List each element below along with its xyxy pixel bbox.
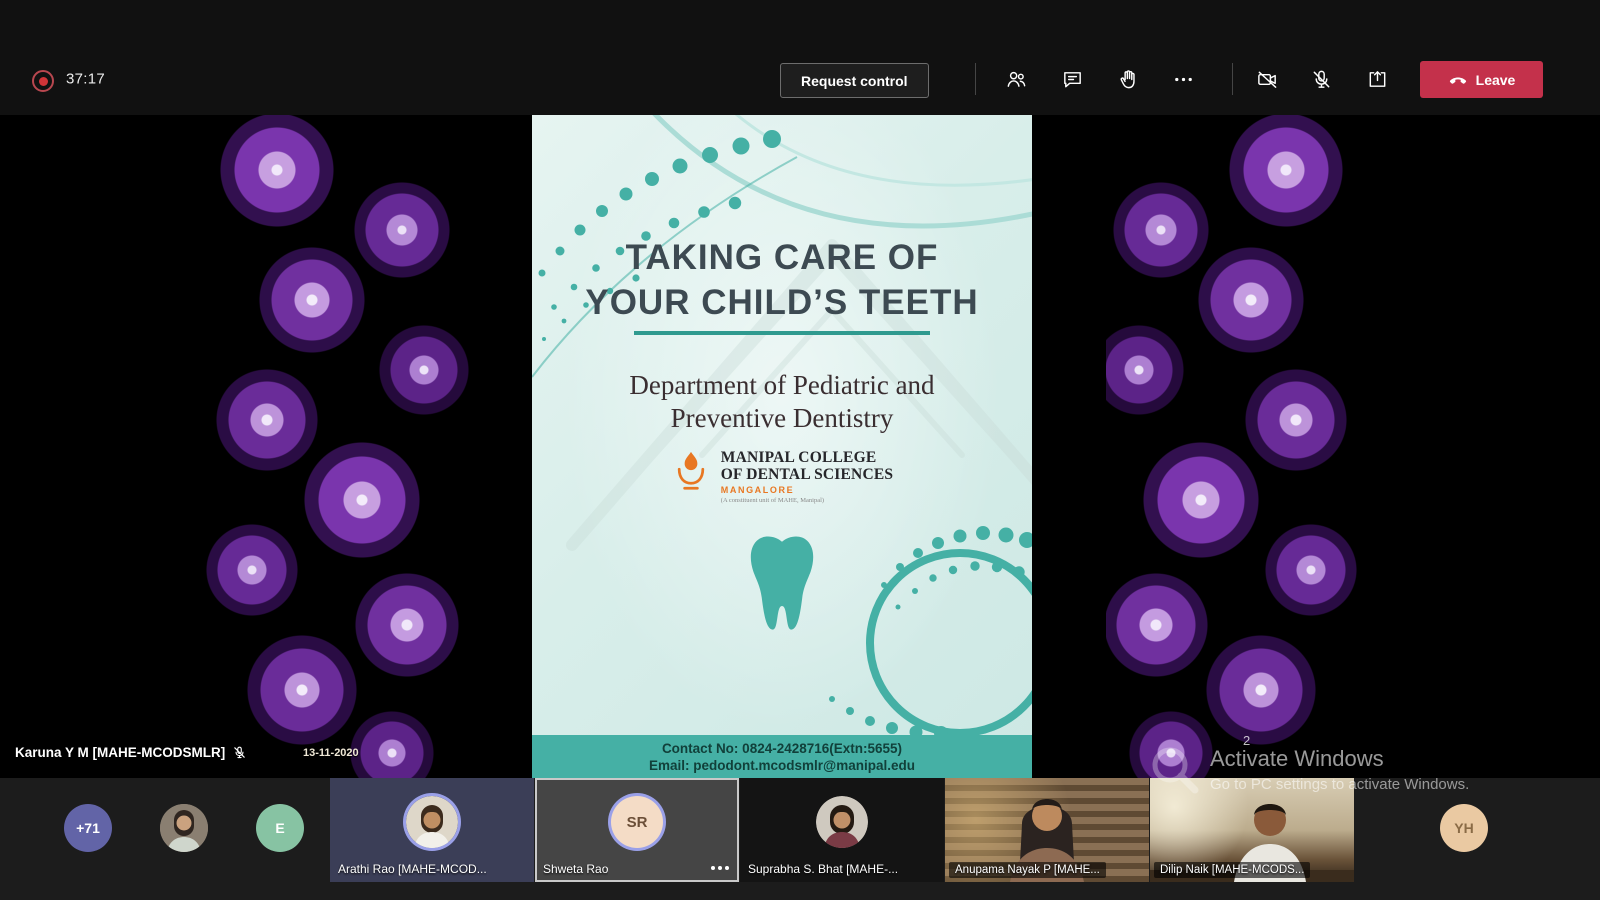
poster-title: TAKING CARE OF YOUR CHILD’S TEETH: [532, 235, 1032, 325]
recording-dot-icon: [39, 77, 48, 86]
title-underline: [634, 331, 930, 335]
mic-off-icon: [1310, 68, 1333, 91]
presenter-name-text: Karuna Y M [MAHE-MCODSMLR]: [15, 745, 225, 760]
people-icon: [1005, 68, 1028, 91]
tile-name: Suprabha S. Bhat [MAHE-...: [748, 862, 898, 876]
tile-name: Shweta Rao: [543, 862, 608, 876]
shared-screen-stage: TAKING CARE OF YOUR CHILD’S TEETH Depart…: [0, 115, 1600, 778]
slide-flower-artwork-right: [1106, 115, 1371, 778]
camera-off-icon: [1256, 68, 1279, 91]
chat-button[interactable]: [1052, 59, 1092, 99]
participant-tile-anupama[interactable]: Anupama Nayak P [MAHE...: [945, 778, 1149, 882]
mic-toggle-button[interactable]: [1301, 59, 1341, 99]
slide-date-stamp: 13-11-2020: [303, 747, 359, 759]
participants-dock: +71 E: [0, 778, 1600, 900]
more-options-button[interactable]: [1163, 59, 1203, 99]
recording-indicator: [32, 70, 54, 92]
participant-tile-shweta[interactable]: SR Shweta Rao: [535, 778, 739, 882]
leave-button[interactable]: Leave: [1420, 61, 1543, 98]
contact-line: Contact No: 0824-2428716(Extn:5655): [662, 741, 902, 756]
college-name-line2: OF DENTAL SCIENCES: [721, 466, 893, 483]
avatar: [406, 796, 458, 848]
participant-tile-suprabha[interactable]: Suprabha S. Bhat [MAHE-...: [740, 778, 944, 882]
slide-flower-artwork-left: [192, 115, 492, 778]
share-screen-icon: [1366, 68, 1389, 91]
presentation-poster: TAKING CARE OF YOUR CHILD’S TEETH Depart…: [532, 115, 1032, 778]
participant-tiles: Arathi Rao [MAHE-MCOD... SR Shweta Rao: [330, 778, 1354, 882]
mic-off-icon: [232, 745, 247, 760]
toolbar-divider: [1232, 63, 1233, 95]
meeting-toolbar: 37:17 Request control: [0, 0, 1600, 115]
tile-name: Anupama Nayak P [MAHE...: [949, 862, 1106, 878]
manipal-emblem-icon: [671, 449, 711, 493]
participant-tile-arathi[interactable]: Arathi Rao [MAHE-MCOD...: [330, 778, 534, 882]
raised-hand-icon: [1117, 68, 1140, 91]
poster-department-line1: Department of Pediatric and: [532, 369, 1032, 402]
poster-contact-bar: Contact No: 0824-2428716(Extn:5655) Emai…: [532, 735, 1032, 778]
share-screen-button[interactable]: [1357, 59, 1397, 99]
college-logo-block: MANIPAL COLLEGE OF DENTAL SCIENCES MANGA…: [532, 449, 1032, 505]
participant-avatar-yh[interactable]: YH: [1440, 804, 1488, 852]
participant-avatar-photo[interactable]: [160, 804, 208, 852]
avatar-yh-initials: YH: [1454, 820, 1473, 836]
hang-up-icon: [1448, 70, 1468, 90]
poster-department-line2: Preventive Dentistry: [532, 402, 1032, 435]
leave-button-label: Leave: [1476, 72, 1516, 88]
college-city: MANGALORE: [721, 486, 794, 495]
chat-icon: [1061, 68, 1084, 91]
poster-department: Department of Pediatric and Preventive D…: [532, 369, 1032, 435]
meeting-timer: 37:17: [66, 71, 105, 88]
tile-name: Dilip Naik [MAHE-MCODS...: [1154, 862, 1310, 878]
email-line: Email: pedodont.mcodsmlr@manipal.edu: [649, 758, 915, 773]
overflow-participants-badge[interactable]: +71: [64, 804, 112, 852]
request-control-button[interactable]: Request control: [780, 63, 929, 98]
overflow-count: +71: [76, 820, 100, 836]
tooth-icon: [744, 533, 820, 635]
college-subtext: (A constituent unit of MAHE, Manipal): [721, 498, 824, 505]
avatar: [816, 796, 868, 848]
presenter-name-label: Karuna Y M [MAHE-MCODSMLR]: [15, 745, 247, 760]
avatar-e-initial: E: [275, 820, 284, 836]
more-ellipsis-icon: [1172, 68, 1195, 91]
avatar-initials: SR: [627, 814, 648, 831]
participants-button[interactable]: [996, 59, 1036, 99]
poster-title-line1: TAKING CARE OF: [532, 235, 1032, 280]
avatar: SR: [611, 796, 663, 848]
camera-toggle-button[interactable]: [1247, 59, 1287, 99]
participant-tile-dilip[interactable]: Dilip Naik [MAHE-MCODS...: [1150, 778, 1354, 882]
person-photo-icon: [406, 796, 458, 848]
tile-more-options-icon[interactable]: [711, 866, 715, 870]
toolbar-divider: [975, 63, 976, 95]
person-photo-icon: [816, 796, 868, 848]
raise-hand-button[interactable]: [1108, 59, 1148, 99]
college-text-block: MANIPAL COLLEGE OF DENTAL SCIENCES MANGA…: [721, 449, 893, 505]
poster-title-line2: YOUR CHILD’S TEETH: [532, 280, 1032, 325]
teams-meeting-window: 37:17 Request control: [0, 0, 1600, 900]
tile-name: Arathi Rao [MAHE-MCOD...: [338, 862, 487, 876]
participant-avatar-e[interactable]: E: [256, 804, 304, 852]
person-photo-icon: [160, 804, 208, 852]
poster-decoration: [532, 115, 1032, 778]
college-name-line1: MANIPAL COLLEGE: [721, 449, 877, 466]
